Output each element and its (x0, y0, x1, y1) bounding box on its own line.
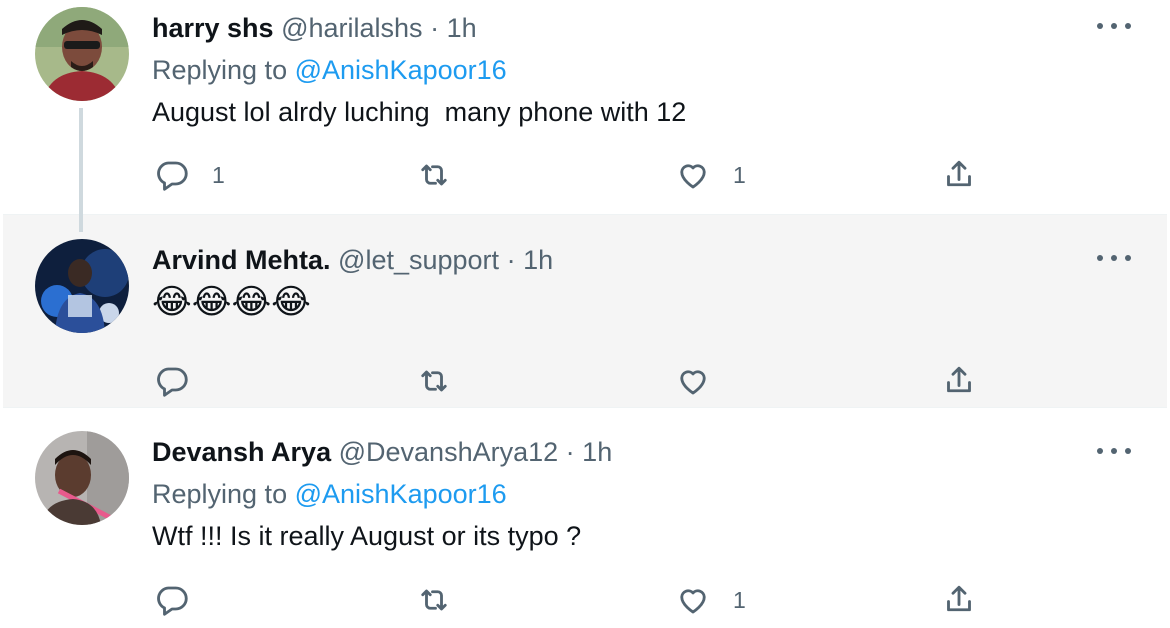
share-icon (947, 160, 971, 187)
tweet-text: Wtf !!! Is it really August or its typo … (152, 521, 582, 551)
heart-icon (680, 370, 706, 395)
mention-link[interactable]: @AnishKapoor16 (295, 55, 507, 85)
timestamp[interactable]: 1h (582, 437, 612, 467)
tweet-content: harry shs @harilalshs · 1h Replying to @… (152, 10, 1167, 130)
retweet-icon (421, 164, 447, 186)
avatar[interactable] (35, 239, 129, 333)
tweet[interactable]: Arvind Mehta. @let_support · 1h 😂😂😂😂 (3, 214, 1167, 407)
like-button[interactable]: 1 (675, 155, 746, 195)
thread-connector (79, 108, 83, 232)
share-button[interactable] (941, 580, 977, 620)
tweet-content: Arvind Mehta. @let_support · 1h 😂😂😂😂 (152, 242, 1167, 322)
replying-to: Replying to @AnishKapoor16 (152, 52, 1167, 88)
tweet-content: Devansh Arya @DevanshArya12 · 1h Replyin… (152, 434, 1167, 554)
share-icon (947, 366, 971, 393)
retweet-button[interactable] (416, 361, 474, 401)
display-name[interactable]: Arvind Mehta. (152, 245, 331, 275)
timestamp[interactable]: 1h (447, 13, 477, 43)
retweet-button[interactable] (416, 155, 474, 195)
handle[interactable]: @harilalshs (281, 13, 422, 43)
like-button[interactable]: 1 (675, 580, 746, 620)
replying-to: Replying to @AnishKapoor16 (152, 476, 1167, 512)
display-name[interactable]: Devansh Arya (152, 437, 331, 467)
retweet-button[interactable] (416, 580, 474, 620)
tweet-header: Devansh Arya @DevanshArya12 · 1h (152, 434, 1167, 470)
tweet-feed: harry shs @harilalshs · 1h Replying to @… (0, 0, 1170, 628)
tweet[interactable]: harry shs @harilalshs · 1h Replying to @… (3, 0, 1167, 214)
retweet-icon (421, 370, 447, 392)
action-bar: 1 (3, 580, 1167, 620)
reply-count: 1 (212, 161, 225, 188)
replying-to-label: Replying to (152, 55, 288, 85)
avatar[interactable] (35, 7, 129, 101)
like-count: 1 (733, 161, 746, 188)
like-button[interactable] (675, 361, 733, 401)
tweet-text: August lol alrdy luching many phone with… (152, 97, 687, 127)
reply-icon (157, 161, 188, 191)
tweet-text: 😂😂😂😂 (152, 283, 311, 321)
more-icon[interactable] (1097, 439, 1131, 463)
action-bar (3, 361, 1167, 401)
handle[interactable]: @let_support (338, 245, 499, 275)
action-bar: 1 1 (3, 155, 1167, 195)
share-button[interactable] (941, 155, 977, 195)
share-button[interactable] (941, 361, 977, 401)
reply-button[interactable] (154, 580, 212, 620)
tweet-header: Arvind Mehta. @let_support · 1h (152, 242, 1167, 278)
reply-button[interactable] (154, 361, 212, 401)
heart-icon (680, 164, 706, 189)
tweet-header: harry shs @harilalshs · 1h (152, 10, 1167, 46)
more-icon[interactable] (1097, 14, 1131, 38)
share-icon (947, 585, 971, 612)
reply-button[interactable]: 1 (154, 155, 225, 195)
display-name[interactable]: harry shs (152, 13, 274, 43)
retweet-icon (421, 589, 447, 611)
handle[interactable]: @DevanshArya12 (339, 437, 559, 467)
replying-to-label: Replying to (152, 479, 288, 509)
more-icon[interactable] (1097, 246, 1131, 270)
timestamp[interactable]: 1h (523, 245, 553, 275)
separator: · (506, 245, 516, 275)
heart-icon (680, 589, 706, 614)
separator: · (430, 13, 440, 43)
like-count: 1 (733, 586, 746, 613)
avatar[interactable] (35, 431, 129, 525)
separator: · (565, 437, 575, 467)
mention-link[interactable]: @AnishKapoor16 (295, 479, 507, 509)
reply-icon (157, 586, 188, 616)
reply-icon (157, 367, 188, 397)
tweet[interactable]: Devansh Arya @DevanshArya12 · 1h Replyin… (3, 407, 1167, 628)
